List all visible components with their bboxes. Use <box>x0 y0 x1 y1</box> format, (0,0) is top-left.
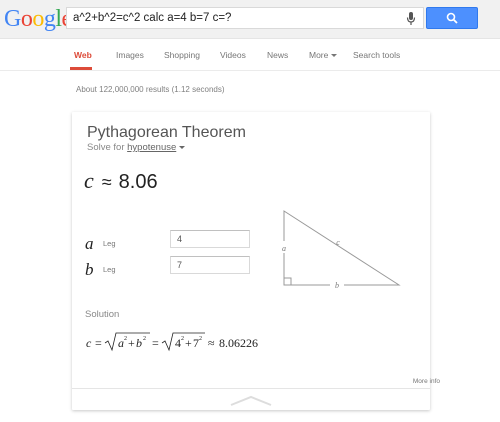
formula-exp: 2 <box>199 336 202 342</box>
more-info-link[interactable]: More info <box>413 378 440 385</box>
active-tab-indicator <box>70 67 92 70</box>
google-logo[interactable]: Google <box>4 7 72 31</box>
tab-web[interactable]: Web <box>74 50 92 60</box>
chevron-up-icon[interactable] <box>228 395 274 407</box>
leg-label: Leg <box>103 265 116 274</box>
tab-images[interactable]: Images <box>116 50 144 60</box>
formula-exp: 2 <box>143 336 146 342</box>
solve-for: Solve for hypotenuse <box>87 142 186 153</box>
triangle-label-b: b <box>335 281 339 290</box>
solve-for-dropdown[interactable]: hypotenuse <box>127 142 176 153</box>
formula-approx: ≈ <box>208 336 215 350</box>
chevron-down-icon[interactable] <box>179 145 186 149</box>
calculator-card: Pythagorean Theorem Solve for hypotenuse… <box>72 112 440 411</box>
results-count: About 122,000,000 results (1.12 seconds) <box>76 85 225 94</box>
tab-more-label: More <box>309 50 329 60</box>
formula-equals: = <box>152 336 159 350</box>
formula-equals: = <box>95 336 102 350</box>
variable-b-label: b <box>85 260 94 279</box>
result-display: c ≈ 8.06 <box>84 168 158 194</box>
solution-formula: c = a 2 + b 2 = 4 2 + 7 2 ≈ 8.06226 <box>86 332 258 352</box>
search-button[interactable] <box>426 7 478 29</box>
tab-search-tools[interactable]: Search tools <box>353 50 400 60</box>
header-bar: Google <box>0 0 500 39</box>
leg-label: Leg <box>103 239 116 248</box>
solution-label: Solution <box>85 309 120 320</box>
search-icon <box>446 12 458 24</box>
triangle-diagram: b a c <box>280 210 401 291</box>
card-footer <box>72 388 430 411</box>
result-variable: c <box>84 168 94 193</box>
microphone-icon[interactable] <box>405 11 417 27</box>
logo-letter: g <box>43 6 56 32</box>
triangle-label-c: c <box>336 238 340 247</box>
solve-for-label: Solve for <box>87 142 125 153</box>
leg-b-input[interactable] <box>170 256 250 274</box>
formula-exp: 2 <box>181 336 184 342</box>
tab-videos[interactable]: Videos <box>220 50 246 60</box>
formula-plus: + <box>185 336 192 350</box>
search-input[interactable] <box>73 10 393 26</box>
search-box <box>66 7 424 29</box>
approx-symbol: ≈ <box>101 172 112 192</box>
logo-letter: o <box>32 6 44 32</box>
chevron-down-icon <box>331 54 338 58</box>
logo-letter: G <box>4 6 21 32</box>
triangle-label-a: a <box>282 244 286 253</box>
variable-a-label: a <box>85 234 94 253</box>
formula-lhs: c <box>86 336 92 350</box>
tab-shopping[interactable]: Shopping <box>164 50 200 60</box>
formula-plus: + <box>128 336 135 350</box>
card-title: Pythagorean Theorem <box>87 124 246 141</box>
formula-b: b <box>136 336 142 350</box>
logo-letter: o <box>20 6 33 32</box>
formula-exp: 2 <box>124 336 127 342</box>
formula-result: 8.06226 <box>219 336 258 350</box>
tab-more[interactable]: More <box>309 50 338 60</box>
leg-a-input[interactable] <box>170 230 250 248</box>
result-value: 8.06 <box>118 171 158 193</box>
tab-news[interactable]: News <box>267 50 288 60</box>
